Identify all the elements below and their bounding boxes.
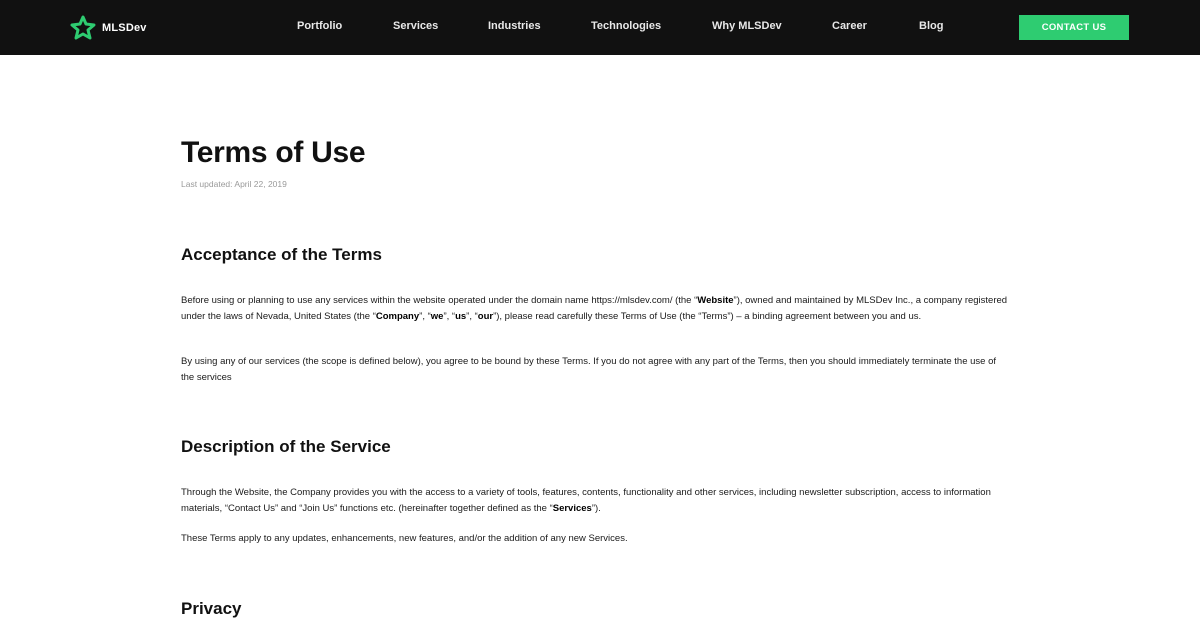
nav-services[interactable]: Services — [393, 20, 438, 32]
contact-us-button[interactable]: CONTACT US — [1019, 15, 1129, 40]
logo[interactable]: MLSDev — [70, 14, 147, 42]
top-navbar: MLSDev Portfolio Services Industries Tec… — [0, 0, 1200, 55]
last-updated: Last updated: April 22, 2019 — [181, 179, 287, 189]
page-title: Terms of Use — [181, 136, 366, 169]
logo-text: MLSDev — [102, 22, 147, 34]
nav-career[interactable]: Career — [832, 20, 867, 32]
section-heading-acceptance: Acceptance of the Terms — [181, 245, 382, 264]
nav-why-mlsdev[interactable]: Why MLSDev — [712, 20, 782, 32]
section-heading-description: Description of the Service — [181, 437, 391, 456]
section-heading-privacy: Privacy — [181, 599, 242, 618]
nav-industries[interactable]: Industries — [488, 20, 541, 32]
nav-portfolio[interactable]: Portfolio — [297, 20, 342, 32]
paragraph-acceptance-1: Before using or planning to use any serv… — [181, 295, 1008, 322]
nav-blog[interactable]: Blog — [919, 20, 943, 32]
paragraph-description-2: These Terms apply to any updates, enhanc… — [181, 533, 628, 544]
paragraph-acceptance-2: By using any of our services (the scope … — [181, 356, 996, 383]
paragraph-description-1: Through the Website, the Company provide… — [181, 487, 991, 514]
nav-technologies[interactable]: Technologies — [591, 20, 661, 32]
star-logo-icon — [70, 15, 96, 40]
